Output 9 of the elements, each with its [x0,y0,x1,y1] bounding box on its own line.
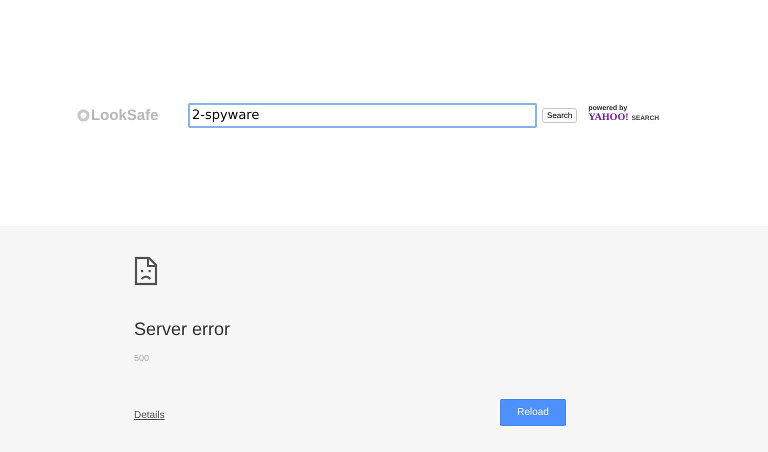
provider-logo: YAHOO! [588,112,629,122]
error-code: 500 [134,353,150,363]
search-field[interactable]: 2-spyware [188,102,537,128]
search-button[interactable]: Search [542,108,578,122]
logo-icon [77,108,90,122]
sad-page-icon [134,256,158,286]
details-link[interactable]: Details [134,410,165,421]
error-title: Server error [134,319,230,340]
logo-text: LookSafe [91,106,159,124]
